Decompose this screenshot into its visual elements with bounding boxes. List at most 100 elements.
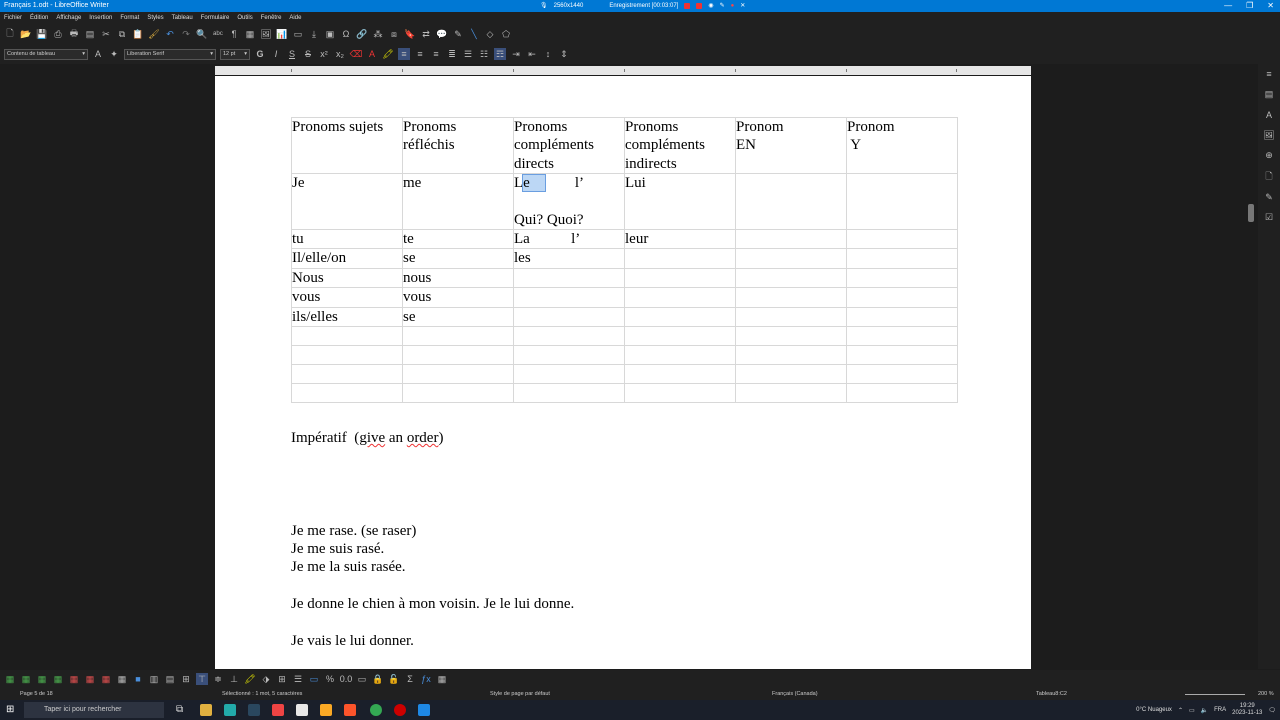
table-cell[interactable]: les: [513, 248, 625, 269]
table-cell[interactable]: [291, 383, 403, 404]
paragraph-style-select[interactable]: Contenu de tableau ▾: [4, 48, 88, 60]
gallery-icon[interactable]: 🖼: [1263, 129, 1275, 141]
menu-tableau[interactable]: Tableau: [172, 12, 193, 24]
camera-icon[interactable]: ◉: [708, 0, 713, 12]
table-cell[interactable]: [846, 364, 958, 385]
table-cell[interactable]: [513, 345, 625, 366]
table-cell[interactable]: [291, 364, 403, 385]
properties-icon[interactable]: ▤: [1263, 89, 1275, 101]
print-icon[interactable]: 🖶: [68, 28, 80, 40]
font-name-select[interactable]: Liberation Serif ▾: [124, 48, 216, 60]
align-left-icon[interactable]: ≡: [398, 48, 410, 60]
table-cell[interactable]: [513, 267, 625, 289]
language[interactable]: Français (Canada): [772, 688, 818, 700]
unprotect-cells-icon[interactable]: 🔓: [388, 673, 400, 685]
unordered-list-icon[interactable]: ☰: [462, 48, 474, 60]
table-cell[interactable]: [513, 326, 625, 347]
table-cell[interactable]: [846, 229, 958, 250]
table-cell[interactable]: [624, 383, 736, 404]
zoom-level[interactable]: 200 %: [1258, 688, 1274, 700]
borders-icon[interactable]: ⊞: [276, 673, 288, 685]
clear-formatting-icon[interactable]: ⌫: [350, 48, 363, 60]
table-cell[interactable]: [624, 306, 736, 328]
track-changes-icon[interactable]: ✎: [452, 28, 464, 40]
menu-edition[interactable]: Édition: [30, 12, 48, 24]
field-icon[interactable]: ▣: [324, 28, 336, 40]
align-center-vertical-icon[interactable]: ≑: [212, 673, 224, 685]
table-cell[interactable]: Le l’ Qui? Quoi?: [513, 173, 625, 231]
table-cell[interactable]: [735, 383, 847, 404]
table-cell[interactable]: [513, 383, 625, 404]
menu-affichage[interactable]: Affichage: [56, 12, 81, 24]
autoformat-icon[interactable]: ⬗: [260, 673, 272, 685]
table-cell[interactable]: [735, 364, 847, 385]
copy-icon[interactable]: ⧉: [116, 28, 128, 40]
maximize-button[interactable]: ❐: [1246, 0, 1253, 12]
menu-formulaire[interactable]: Formulaire: [201, 12, 230, 24]
table-cell[interactable]: [846, 383, 958, 404]
table-cell[interactable]: [735, 229, 847, 250]
pen-icon[interactable]: ✎: [720, 0, 725, 12]
table-cell[interactable]: [402, 364, 514, 385]
italic-button[interactable]: I: [270, 48, 282, 60]
insert-chart-icon[interactable]: 📊: [276, 28, 288, 40]
formula-icon[interactable]: ƒx: [420, 673, 432, 685]
document-page[interactable]: Pronoms sujets Pronoms réfléchis Pronoms com…: [215, 76, 1031, 669]
table-cell[interactable]: [735, 287, 847, 308]
pronouns-table[interactable]: Pronoms sujets Pronoms réfléchis Pronoms com…: [291, 116, 958, 404]
table-cell[interactable]: [624, 364, 736, 385]
brave-icon[interactable]: [344, 704, 356, 716]
table-cell[interactable]: Pronom EN: [735, 116, 847, 175]
line-spacing-icon[interactable]: ↕: [542, 48, 554, 60]
menu-outils[interactable]: Outils: [237, 12, 252, 24]
new-document-icon[interactable]: 🗋: [4, 28, 16, 40]
network-icon[interactable]: ▭: [1189, 707, 1195, 714]
table-cell[interactable]: [291, 345, 403, 366]
record-icon[interactable]: ●: [731, 0, 735, 12]
table-cell[interactable]: [846, 287, 958, 308]
table-cell[interactable]: [624, 326, 736, 347]
update-style-icon[interactable]: A: [92, 48, 104, 60]
underline-button[interactable]: S: [286, 48, 298, 60]
draw-functions-icon[interactable]: ⬠: [500, 28, 512, 40]
table-cell[interactable]: Pronoms réfléchis: [402, 116, 514, 175]
table-cell[interactable]: Je: [291, 173, 403, 231]
table-cell[interactable]: [846, 345, 958, 366]
table-cell[interactable]: [735, 248, 847, 269]
chevron-up-icon[interactable]: ⌃: [1178, 707, 1183, 714]
recorder-icon[interactable]: [394, 704, 406, 716]
windows-start-icon[interactable]: ⊞: [6, 704, 18, 716]
pause-icon[interactable]: [684, 3, 691, 9]
open-icon[interactable]: 📂: [20, 28, 32, 40]
paste-icon[interactable]: 📋: [132, 28, 144, 40]
bold-button[interactable]: G: [254, 48, 266, 60]
close-recording-icon[interactable]: ✕: [740, 0, 745, 12]
stop-icon[interactable]: [696, 3, 703, 9]
table-properties-icon[interactable]: ▦: [436, 673, 448, 685]
table-cell[interactable]: Lui: [624, 173, 736, 231]
taskbar-search[interactable]: Taper ici pour rechercher: [24, 702, 164, 718]
spelling-icon[interactable]: ᵃᵇᶜ: [212, 28, 224, 40]
page-icon[interactable]: 🗋: [1263, 171, 1275, 183]
manage-changes-icon[interactable]: ☑: [1263, 212, 1275, 224]
insert-columns-icon[interactable]: ▦: [52, 673, 64, 685]
number-format-icon[interactable]: %: [324, 673, 336, 685]
table-cell[interactable]: me: [402, 173, 514, 231]
table-cell[interactable]: se: [402, 306, 514, 328]
optimize-size-icon[interactable]: ⊞: [180, 673, 192, 685]
insert-table-icon[interactable]: ▦: [4, 673, 16, 685]
app-icon[interactable]: [272, 704, 284, 716]
table-cell[interactable]: tu: [291, 229, 403, 250]
edge-icon[interactable]: [224, 704, 236, 716]
subscript-icon[interactable]: x₂: [334, 48, 346, 60]
table-cell[interactable]: [735, 345, 847, 366]
minimize-button[interactable]: —: [1224, 0, 1232, 12]
print-preview-icon[interactable]: ▤: [84, 28, 96, 40]
navigator-icon[interactable]: ⊕: [1263, 150, 1275, 162]
file-explorer-icon[interactable]: [200, 704, 212, 716]
steam-icon[interactable]: [248, 704, 260, 716]
sidebar-menu-icon[interactable]: ≡: [1263, 68, 1275, 80]
table-cell[interactable]: se: [402, 248, 514, 269]
page-count[interactable]: Page 5 de 18: [20, 688, 53, 700]
merge-cells-icon[interactable]: ▥: [148, 673, 160, 685]
